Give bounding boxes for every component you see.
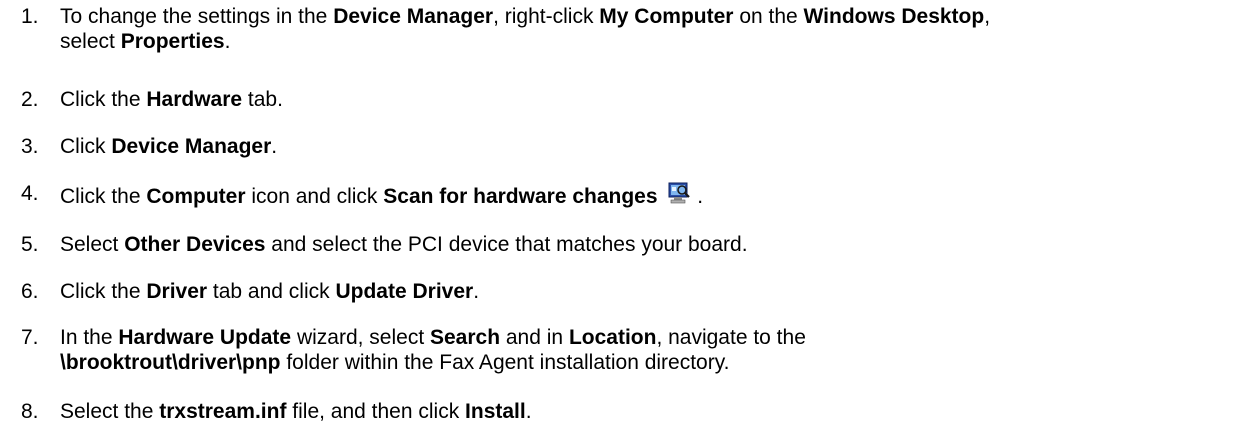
text-run: , right-click — [493, 5, 600, 28]
step-line: select Properties. — [60, 29, 1250, 54]
text-run: select — [60, 30, 121, 53]
ui-term: Location — [568, 326, 657, 349]
text-run: Select the — [60, 400, 160, 423]
step-number: 4. — [21, 182, 39, 205]
ui-term: Other Devices — [124, 233, 266, 256]
ui-term: Search — [430, 326, 501, 349]
ui-term: Computer — [146, 185, 246, 208]
step-text: Select Other Devices and select the PCI … — [60, 232, 1250, 257]
text-run: Click — [60, 135, 112, 158]
step-text: Select the trxstream.inf file, and then … — [60, 399, 1250, 424]
step-number: 3. — [21, 135, 39, 158]
step-text: In the Hardware Update wizard, select Se… — [60, 325, 1250, 375]
text-run: and select the PCI device that matches y… — [265, 233, 748, 256]
text-run: and in — [500, 326, 569, 349]
text-run: tab. — [242, 88, 283, 111]
ui-term: Driver — [146, 280, 208, 303]
text-run: . — [271, 135, 278, 158]
text-run: wizard, select — [291, 326, 430, 349]
file-name: trxstream.inf — [159, 400, 287, 423]
step-number: 5. — [21, 233, 39, 256]
text-run: icon and click — [245, 185, 384, 208]
text-run: Select — [60, 233, 125, 256]
step-text: Click Device Manager. — [60, 134, 1250, 159]
ui-term: Update Driver — [335, 280, 474, 303]
ui-term: Device Manager — [333, 5, 494, 28]
step-text: Click the Hardware tab. — [60, 87, 1250, 112]
text-run: Click the — [60, 88, 147, 111]
text-run: , navigate to the — [656, 326, 806, 349]
step-text: To change the settings in the Device Man… — [60, 4, 1250, 54]
ui-term: Device Manager — [111, 135, 272, 158]
step-number: 6. — [21, 280, 39, 303]
ui-term: Hardware — [146, 88, 243, 111]
step-line: In the Hardware Update wizard, select Se… — [60, 325, 1250, 350]
ui-term: Install — [465, 400, 526, 423]
scan-hardware-changes-icon — [667, 181, 691, 205]
ui-term: Windows Desktop — [803, 5, 985, 28]
text-run: Click the — [60, 280, 147, 303]
text-run: , — [984, 5, 991, 28]
step-line: To change the settings in the Device Man… — [60, 4, 1250, 29]
ui-term: Scan for hardware changes — [383, 185, 658, 208]
text-run: . — [473, 280, 480, 303]
text-run: . — [697, 185, 704, 208]
ui-term: My Computer — [599, 5, 734, 28]
text-run: on the — [733, 5, 804, 28]
step-text: Click the Driver tab and click Update Dr… — [60, 279, 1250, 304]
text-run: tab and click — [207, 280, 336, 303]
ui-term: Properties — [120, 30, 225, 53]
text-run: In the — [60, 326, 119, 349]
text-run: . — [224, 30, 231, 53]
step-line: \brooktrout\driver\pnp folder within the… — [60, 350, 1250, 375]
folder-path: \brooktrout\driver\pnp — [60, 351, 281, 374]
step-number: 1. — [21, 5, 39, 28]
text-run: file, and then click — [286, 400, 466, 423]
text-run: Click the — [60, 185, 147, 208]
step-number: 8. — [21, 400, 39, 423]
step-number: 2. — [21, 88, 39, 111]
text-run: folder within the Fax Agent installation… — [280, 351, 730, 374]
text-run: . — [525, 400, 532, 423]
text-run: To change the settings in the — [60, 5, 334, 28]
step-text: Click the Computer icon and click Scan f… — [60, 181, 1250, 209]
ui-term: Hardware Update — [118, 326, 292, 349]
step-number: 7. — [21, 326, 39, 349]
